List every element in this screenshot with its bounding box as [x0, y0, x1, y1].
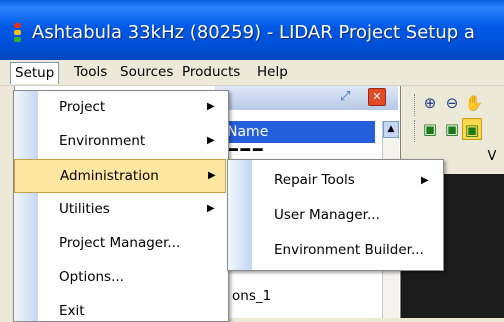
- window-title: Ashtabula 33kHz (80259) - LIDAR Project …: [32, 22, 475, 43]
- column-header-name[interactable]: Name: [215, 121, 375, 143]
- menu-item-user-manager[interactable]: User Manager...: [228, 197, 441, 231]
- menu-item-label: Options...: [59, 269, 124, 285]
- menu-item-utilities[interactable]: Utilities ▶: [14, 193, 226, 227]
- toolbar-grip[interactable]: [414, 94, 418, 116]
- submenu-arrow-icon: ▶: [207, 203, 215, 214]
- tab-partial[interactable]: V: [480, 145, 504, 169]
- setup-dropdown-menu: Project ▶ Environment ▶ Administration ▶…: [13, 90, 229, 322]
- tree-row-partial[interactable]: ▬▬▬: [215, 143, 387, 151]
- layer-add-icon[interactable]: ▣: [442, 118, 462, 140]
- layer-green-icon[interactable]: ▣: [420, 118, 440, 140]
- menu-item-project[interactable]: Project ▶: [14, 91, 226, 125]
- menu-help[interactable]: Help: [253, 62, 292, 82]
- menu-item-administration[interactable]: Administration ▶: [14, 159, 226, 193]
- submenu-arrow-icon: ▶: [208, 170, 216, 181]
- menu-item-environment[interactable]: Environment ▶: [14, 125, 226, 159]
- submenu-arrow-icon: ▶: [421, 175, 429, 186]
- menu-item-label: Administration: [60, 168, 159, 184]
- pan-hand-icon[interactable]: ✋: [464, 92, 484, 114]
- menu-item-label: Repair Tools: [274, 172, 355, 188]
- zoom-out-icon[interactable]: ⊖: [442, 92, 462, 114]
- menu-item-label: Utilities: [59, 201, 110, 217]
- close-icon[interactable]: ✕: [368, 88, 386, 106]
- menu-item-label: Exit: [59, 303, 85, 319]
- toolbar-grip-2[interactable]: [414, 120, 418, 142]
- menu-item-environment-builder[interactable]: Environment Builder...: [228, 232, 441, 266]
- menu-item-options[interactable]: Options...: [14, 261, 226, 295]
- menu-item-label: User Manager...: [274, 207, 380, 223]
- scroll-up-icon[interactable]: ▲: [383, 121, 399, 138]
- menu-bar: Setup Tools Sources Products Help: [0, 60, 504, 86]
- menu-item-label: Project: [59, 99, 106, 115]
- menu-item-label: Project Manager...: [59, 235, 181, 251]
- submenu-arrow-icon: ▶: [207, 101, 215, 112]
- menu-products[interactable]: Products: [178, 62, 244, 82]
- administration-submenu: Repair Tools ▶ User Manager... Environme…: [227, 159, 444, 271]
- tree-item-partial[interactable]: ons_1: [232, 288, 271, 304]
- menu-item-label: Environment: [59, 133, 146, 149]
- menu-item-project-manager[interactable]: Project Manager...: [14, 227, 226, 261]
- menu-item-repair-tools[interactable]: Repair Tools ▶: [228, 162, 441, 196]
- zoom-in-icon[interactable]: ⊕: [420, 92, 440, 114]
- title-bar: Ashtabula 33kHz (80259) - LIDAR Project …: [0, 0, 504, 60]
- traffic-light-icon: [14, 23, 22, 43]
- menu-item-label: Environment Builder...: [274, 242, 424, 258]
- pin-icon[interactable]: ⤢: [340, 90, 354, 104]
- menu-setup[interactable]: Setup: [10, 62, 60, 84]
- menu-sources[interactable]: Sources: [116, 62, 177, 82]
- menu-tools[interactable]: Tools: [70, 62, 111, 82]
- submenu-arrow-icon: ▶: [207, 135, 215, 146]
- layer-selected-icon[interactable]: ▣: [462, 118, 482, 140]
